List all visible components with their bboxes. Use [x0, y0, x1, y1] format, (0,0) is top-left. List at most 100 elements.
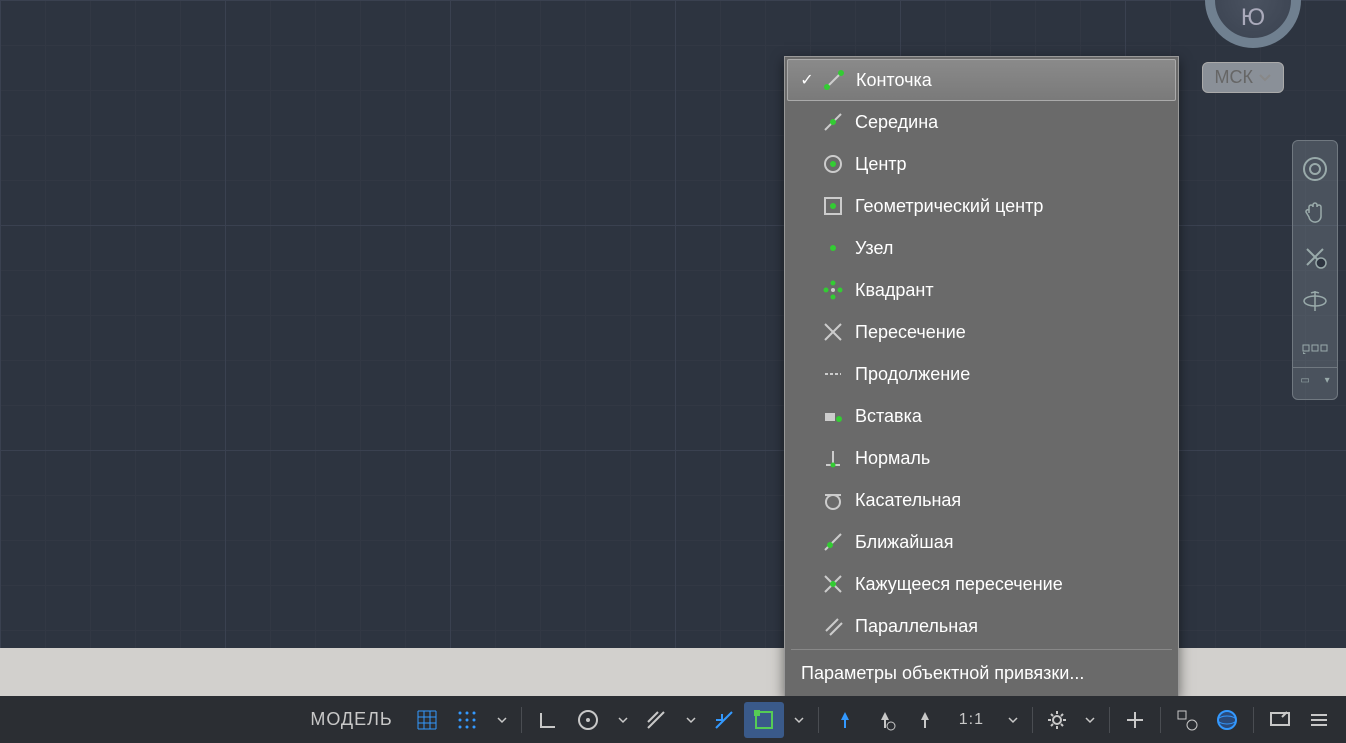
- nav-pan[interactable]: [1293, 191, 1337, 235]
- osnap-icon: [752, 708, 776, 732]
- menu-item-nearest[interactable]: Ближайшая: [787, 521, 1176, 563]
- menu-item-perpendicular[interactable]: Нормаль: [787, 437, 1176, 479]
- nav-zoom[interactable]: [1293, 235, 1337, 279]
- nav-bar-footer[interactable]: ▭▾: [1293, 367, 1337, 393]
- chevron-down-icon: [497, 715, 507, 725]
- menu-item-label: Узел: [855, 238, 893, 259]
- menu-item-label: Центр: [855, 154, 907, 175]
- chevron-down-icon: [618, 715, 628, 725]
- parallel-snap-icon: [817, 615, 849, 637]
- hardware-acceleration-button[interactable]: [1207, 702, 1247, 738]
- workspace-switching-button[interactable]: [1039, 702, 1075, 738]
- check-icon: ✓: [796, 70, 818, 90]
- pan-hand-icon: [1301, 199, 1329, 227]
- annotation-scale-button[interactable]: 1:1: [945, 702, 998, 738]
- menu-item-tangent[interactable]: Касательная: [787, 479, 1176, 521]
- isolate-icon: [1175, 708, 1199, 732]
- chevron-down-icon: [1008, 715, 1018, 725]
- menu-icon: [1308, 709, 1330, 731]
- status-bar: МОДЕЛЬ 1:1: [0, 696, 1346, 743]
- annotation-visibility-icon: [913, 708, 937, 732]
- menu-item-extension[interactable]: Продолжение: [787, 353, 1176, 395]
- ucs-badge[interactable]: МСК: [1202, 62, 1284, 93]
- chevron-down-icon: [794, 715, 804, 725]
- ortho-mode-toggle[interactable]: [528, 702, 568, 738]
- tangent-snap-icon: [817, 489, 849, 511]
- menu-footer-label: Параметры объектной привязки...: [801, 663, 1084, 684]
- midpoint-snap-icon: [817, 111, 849, 133]
- annotation-auto-toggle[interactable]: [865, 702, 905, 738]
- object-snap-dropdown[interactable]: [786, 702, 812, 738]
- status-separator: [1109, 707, 1110, 733]
- menu-item-label: Квадрант: [855, 280, 934, 301]
- extension-snap-icon: [817, 363, 849, 385]
- isometric-dropdown[interactable]: [678, 702, 704, 738]
- annotation-monitor-button[interactable]: [1116, 702, 1154, 738]
- scale-label: 1:1: [959, 711, 984, 729]
- annotation-scale-dropdown[interactable]: [1000, 702, 1026, 738]
- menu-item-label: Продолжение: [855, 364, 970, 385]
- menu-item-label: Касательная: [855, 490, 961, 511]
- menu-item-label: Конточка: [856, 70, 932, 91]
- snap-mode-dropdown[interactable]: [489, 702, 515, 738]
- endpoint-snap-icon: [818, 69, 850, 91]
- isodraft-icon: [644, 708, 668, 732]
- model-space-button[interactable]: МОДЕЛЬ: [296, 702, 406, 738]
- nav-orbit[interactable]: [1293, 279, 1337, 323]
- node-snap-icon: [817, 237, 849, 259]
- model-label: МОДЕЛЬ: [310, 709, 392, 730]
- menu-item-label: Кажущееся пересечение: [855, 574, 1063, 595]
- menu-osnap-settings[interactable]: Параметры объектной привязки...: [787, 652, 1176, 694]
- status-separator: [521, 707, 522, 733]
- menu-item-endpoint[interactable]: ✓ Конточка: [787, 59, 1176, 101]
- menu-item-label: Середина: [855, 112, 938, 133]
- menu-item-node[interactable]: Узел: [787, 227, 1176, 269]
- chevron-down-icon: [1085, 715, 1095, 725]
- quadrant-snap-icon: [817, 279, 849, 301]
- isolate-objects-button[interactable]: [1167, 702, 1207, 738]
- menu-item-apparent-intersection[interactable]: Кажущееся пересечение: [787, 563, 1176, 605]
- perpendicular-snap-icon: [817, 447, 849, 469]
- object-snap-toggle[interactable]: [744, 702, 784, 738]
- status-separator: [818, 707, 819, 733]
- polar-tracking-dropdown[interactable]: [610, 702, 636, 738]
- annotation-icon: [833, 708, 857, 732]
- intersection-snap-icon: [817, 321, 849, 343]
- nav-showmotion[interactable]: [1293, 323, 1337, 367]
- workspace-dropdown[interactable]: [1077, 702, 1103, 738]
- menu-item-midpoint[interactable]: Середина: [787, 101, 1176, 143]
- menu-item-intersection[interactable]: Пересечение: [787, 311, 1176, 353]
- insertion-snap-icon: [817, 405, 849, 427]
- grid-icon: [415, 708, 439, 732]
- menu-item-label: Пересечение: [855, 322, 966, 343]
- orbit-icon: [1301, 287, 1329, 315]
- menu-item-center[interactable]: Центр: [787, 143, 1176, 185]
- menu-item-geometric-center[interactable]: Геометрический центр: [787, 185, 1176, 227]
- menu-item-label: Параллельная: [855, 616, 978, 637]
- isometric-drafting-toggle[interactable]: [636, 702, 676, 738]
- osnap-tracking-toggle[interactable]: [704, 702, 744, 738]
- annotation-scale-toggle[interactable]: [825, 702, 865, 738]
- status-separator: [1253, 707, 1254, 733]
- osnap-track-icon: [712, 708, 736, 732]
- nav-full-navigation-wheel[interactable]: [1293, 147, 1337, 191]
- annotation-visibility-toggle[interactable]: [905, 702, 945, 738]
- menu-item-insertion[interactable]: Вставка: [787, 395, 1176, 437]
- polar-tracking-toggle[interactable]: [568, 702, 608, 738]
- chevron-down-icon: [686, 715, 696, 725]
- clean-screen-button[interactable]: [1260, 702, 1300, 738]
- apparent-intersection-snap-icon: [817, 573, 849, 595]
- snap-mode-toggle[interactable]: [447, 702, 487, 738]
- menu-item-parallel[interactable]: Параллельная: [787, 605, 1176, 647]
- plus-icon: [1124, 709, 1146, 731]
- menu-item-label: Геометрический центр: [855, 196, 1043, 217]
- annotation-auto-icon: [873, 708, 897, 732]
- customization-button[interactable]: [1300, 702, 1338, 738]
- ucs-label: МСК: [1215, 67, 1253, 88]
- gear-icon: [1047, 710, 1067, 730]
- menu-item-quadrant[interactable]: Квадрант: [787, 269, 1176, 311]
- globe-icon: [1215, 708, 1239, 732]
- osnap-context-menu: ✓ Конточка Середина Центр Геометрический…: [784, 56, 1179, 697]
- chevron-down-icon: [1259, 74, 1271, 82]
- grid-display-toggle[interactable]: [407, 702, 447, 738]
